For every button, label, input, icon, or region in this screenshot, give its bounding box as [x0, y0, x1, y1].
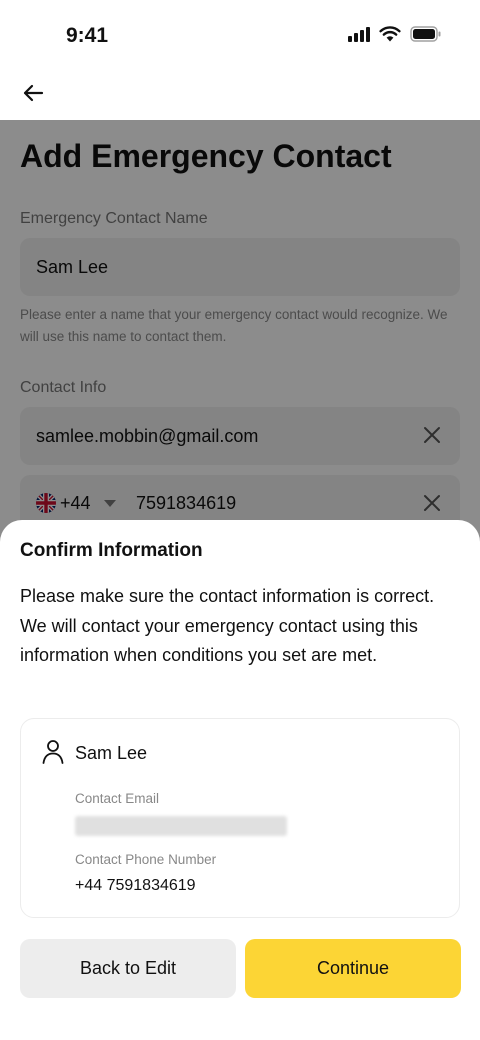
confirm-information-sheet: Confirm Information Please make sure the…: [0, 520, 480, 1040]
continue-button[interactable]: Continue: [245, 939, 461, 998]
contact-name: Sam Lee: [75, 743, 148, 763]
status-time: 9:41: [66, 24, 109, 47]
battery-icon: [410, 26, 441, 42]
contact-summary-card: Sam Lee Contact Email Contact Phone Numb…: [20, 718, 460, 918]
status-bar: 9:41: [0, 0, 480, 70]
nav-header: [0, 70, 480, 120]
status-icons: [348, 26, 442, 42]
contact-email-label: Contact Email: [75, 791, 160, 806]
back-arrow-icon[interactable]: [20, 80, 46, 106]
contact-email-redacted: [75, 816, 287, 836]
sheet-description: Please make sure the contact information…: [20, 586, 435, 665]
contact-phone: +44 7591834619: [75, 877, 196, 894]
back-to-edit-button[interactable]: Back to Edit: [20, 939, 236, 998]
wifi-icon: [379, 26, 401, 42]
cellular-signal-icon: [348, 26, 370, 42]
person-icon: [42, 740, 64, 764]
sheet-title: Confirm Information: [20, 540, 203, 561]
contact-phone-label: Contact Phone Number: [75, 852, 217, 867]
